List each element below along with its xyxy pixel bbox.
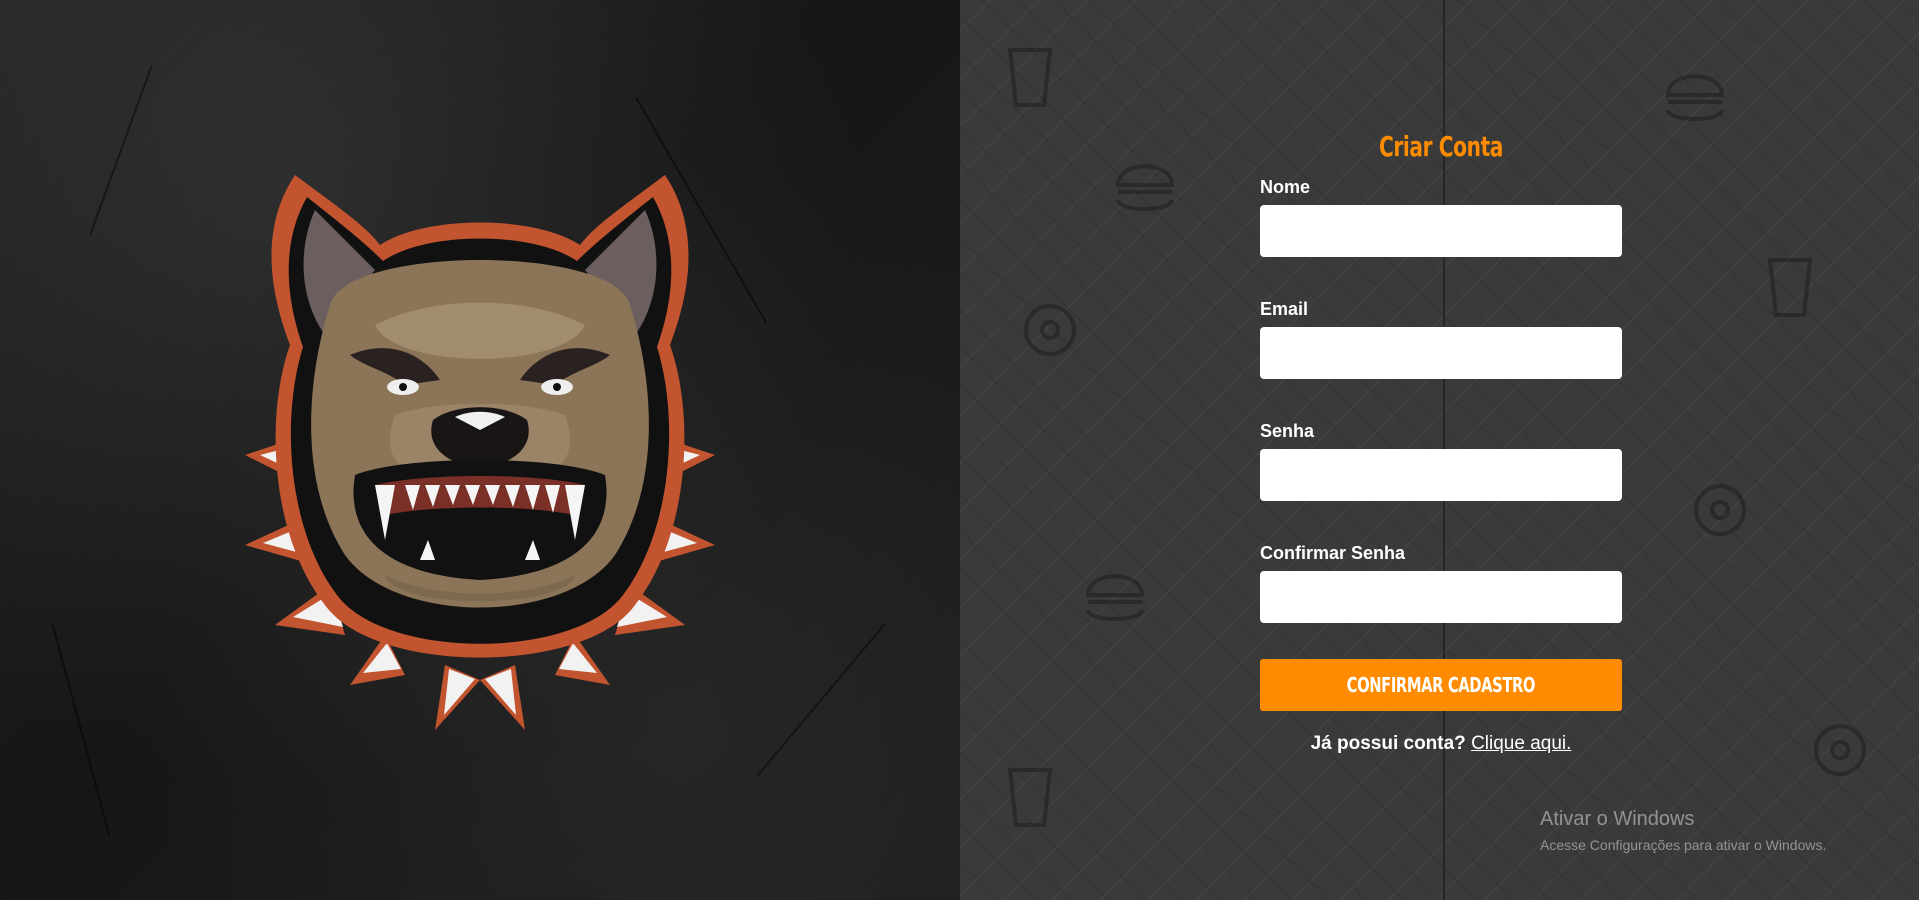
watermark-subtitle: Acesse Configurações para ativar o Windo… [1540,837,1827,853]
confirm-signup-label: CONFIRMAR CADASTRO [1346,673,1536,697]
pitbull-mascot-icon [245,175,715,730]
donut-icon [1024,304,1076,356]
name-label: Nome [1260,177,1311,197]
donut-icon [1694,484,1746,536]
drink-cup-icon [1007,768,1053,827]
signup-form: Criar Conta Nome Email Senha Confirmar S… [1260,130,1622,755]
confirm-password-input[interactable] [1260,571,1622,623]
burger-icon [1085,574,1145,621]
burger-icon [1665,74,1725,121]
login-prompt-text: Já possui conta? [1310,733,1466,754]
login-link[interactable]: Clique aqui. [1471,733,1571,754]
texture-crack [755,622,887,778]
drink-cup-icon [1767,258,1813,317]
email-input[interactable] [1260,327,1622,379]
watermark-title: Ativar o Windows [1540,808,1695,830]
login-prompt: Já possui conta? Clique aqui. [1260,733,1622,755]
windows-activation-watermark: Ativar o Windows Acesse Configurações pa… [1540,808,1826,853]
form-title: Criar Conta [1379,130,1503,163]
drink-cup-icon [1007,48,1053,107]
left-panel [0,0,960,900]
confirm-signup-button[interactable]: CONFIRMAR CADASTRO [1260,659,1622,711]
confirm-password-label: Confirmar Senha [1260,543,1406,563]
burger-icon [1115,164,1175,211]
name-input[interactable] [1260,205,1622,257]
password-input[interactable] [1260,449,1622,501]
password-label: Senha [1260,421,1315,441]
donut-icon [1814,724,1866,776]
texture-crack [89,65,153,235]
email-label: Email [1260,299,1309,319]
texture-crack [51,623,111,837]
